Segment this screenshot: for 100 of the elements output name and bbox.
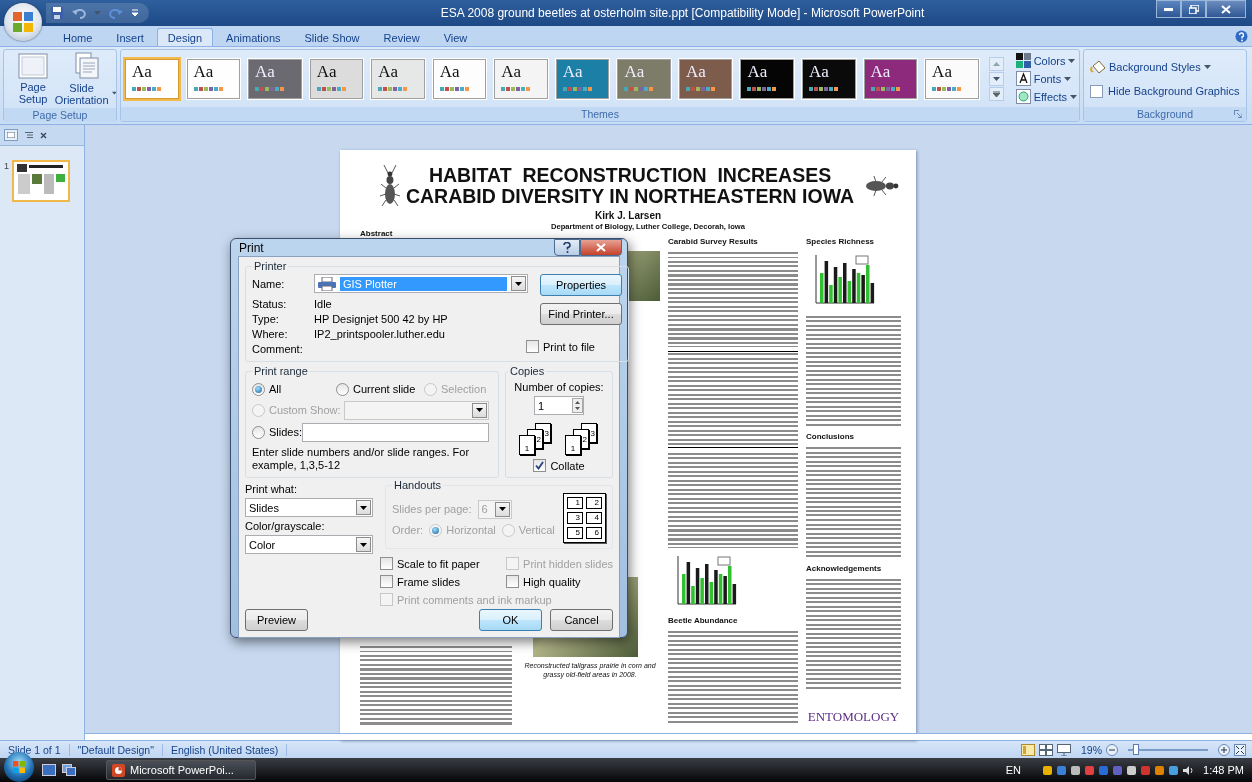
tray-icon[interactable] [1042,764,1054,776]
undo-icon[interactable] [72,6,86,20]
theme-thumbnail[interactable]: Aa [309,58,364,99]
slide-show-icon[interactable] [1057,743,1071,756]
background-styles-button[interactable]: Background Styles [1090,59,1211,75]
dialog-button[interactable]: Cancel [550,609,613,631]
theme-thumbnail[interactable]: Aa [863,58,918,99]
close-pane-icon[interactable] [40,131,47,139]
checkbox-label: Frame slides [397,575,460,588]
properties-button[interactable]: Properties [540,274,622,296]
checkbox[interactable] [506,575,520,588]
tray-icon[interactable] [1154,764,1166,776]
theme-thumbnail[interactable]: Aa [432,58,487,99]
group-title: Background [1084,107,1246,121]
theme-thumbnail[interactable]: Aa [371,58,425,99]
field-value: Idle [314,298,332,310]
theme-thumbnail[interactable]: Aa [125,58,179,99]
color-mode-dropdown[interactable]: Color [245,535,373,554]
slides-tab[interactable] [4,129,18,141]
zoom-slider-thumb[interactable] [1133,743,1139,755]
copies-spinner[interactable]: 1 [534,396,584,415]
start-button[interactable] [4,752,34,782]
slides-field[interactable] [302,422,489,442]
undo-caret-icon [94,11,101,15]
normal-view-icon[interactable] [1021,743,1035,756]
field-label: Name: [252,277,286,290]
office-button[interactable] [4,3,42,41]
theme-thumbnail[interactable]: Aa [925,58,979,99]
dialog-title: Print [239,240,265,255]
theme-option-button[interactable]: Effects [1015,89,1078,104]
color-swatch-strip-icon [316,86,347,91]
caret-icon [515,281,522,286]
minimize-button[interactable] [1156,0,1181,18]
show-desktop-icon[interactable] [42,764,56,776]
checkbox[interactable] [533,459,547,472]
ribbon-tab[interactable]: Slide Show [293,28,371,46]
theme-option-button[interactable]: Colors [1015,53,1078,68]
ribbon-tab[interactable]: Insert [105,28,155,46]
theme-thumbnail[interactable]: Aa [802,58,856,99]
poster-author: Kirk J. Larsen [593,210,663,221]
slide-thumbnail[interactable] [12,160,70,202]
help-button[interactable] [554,239,580,256]
theme-thumbnail[interactable]: Aa [248,58,302,99]
ribbon-tab[interactable]: Design [156,28,214,46]
restore-button[interactable] [1181,0,1206,18]
gallery-down-button[interactable] [988,71,1004,86]
theme-option-button[interactable]: Fonts [1015,71,1078,86]
find-printer-button[interactable]: Find Printer... [540,303,622,325]
slide-sorter-icon[interactable] [1039,743,1053,756]
taskbar-button[interactable]: Microsoft PowerPoi... [106,760,256,780]
colors-icon [1015,53,1031,68]
tray-icon[interactable] [1126,764,1138,776]
ribbon-tab[interactable]: Review [372,28,431,46]
logo-text: ENTOMOLOGY [806,709,901,725]
dialog-button[interactable]: Preview [245,609,308,631]
help-icon[interactable] [1235,29,1248,43]
fit-to-window-icon[interactable] [1234,743,1246,756]
radio-button[interactable] [252,425,265,439]
close-icon [1221,4,1231,14]
volume-icon[interactable] [1182,764,1195,776]
zoom-out-icon[interactable] [1106,743,1118,756]
checkbox-label: Print hidden slides [523,557,613,570]
caret-icon [1064,76,1072,81]
outline-tab[interactable] [22,129,36,141]
zoom-in-icon[interactable] [1218,743,1230,756]
save-icon[interactable] [50,6,64,20]
tray-icon[interactable] [1056,764,1068,776]
theme-thumbnail[interactable]: Aa [678,58,733,99]
dialog-button[interactable]: OK [479,609,542,631]
radio-button[interactable] [252,382,265,396]
theme-thumbnail[interactable]: Aa [740,58,794,99]
theme-thumbnail[interactable]: Aa [555,58,610,99]
tray-icon[interactable] [1070,764,1082,776]
group-title: Handouts [393,479,443,491]
checkbox[interactable] [526,340,539,353]
section-heading: Conclusions [806,432,855,443]
status-text: English (United States) [162,743,288,756]
tray-icon[interactable] [1168,764,1180,776]
checkbox[interactable] [380,557,393,570]
switch-windows-icon[interactable] [62,764,76,776]
color-swatch-strip-icon [747,86,778,91]
checkbox[interactable] [1090,84,1103,98]
ribbon-tab[interactable]: View [432,28,479,46]
caret-icon [498,507,506,511]
ribbon-tab[interactable]: Home [52,28,104,46]
color-swatch-strip-icon [562,86,593,91]
theme-thumbnail[interactable]: Aa [617,58,671,99]
print-what-dropdown[interactable]: Slides [245,498,373,517]
dialog-launcher-icon[interactable] [1234,110,1242,118]
custom-show-dropdown[interactable] [344,400,489,420]
radio-button[interactable] [336,382,349,396]
minimize-icon [1164,7,1173,11]
theme-thumbnail[interactable]: Aa [494,58,548,99]
close-button[interactable] [1206,0,1246,18]
checkbox[interactable] [380,575,393,588]
close-button[interactable] [580,239,622,256]
theme-thumbnail[interactable]: Aa [186,58,241,99]
gallery-more-button[interactable] [988,86,1004,101]
customize-caret-icon[interactable] [131,9,139,17]
ribbon-tab[interactable]: Animations [215,28,292,46]
